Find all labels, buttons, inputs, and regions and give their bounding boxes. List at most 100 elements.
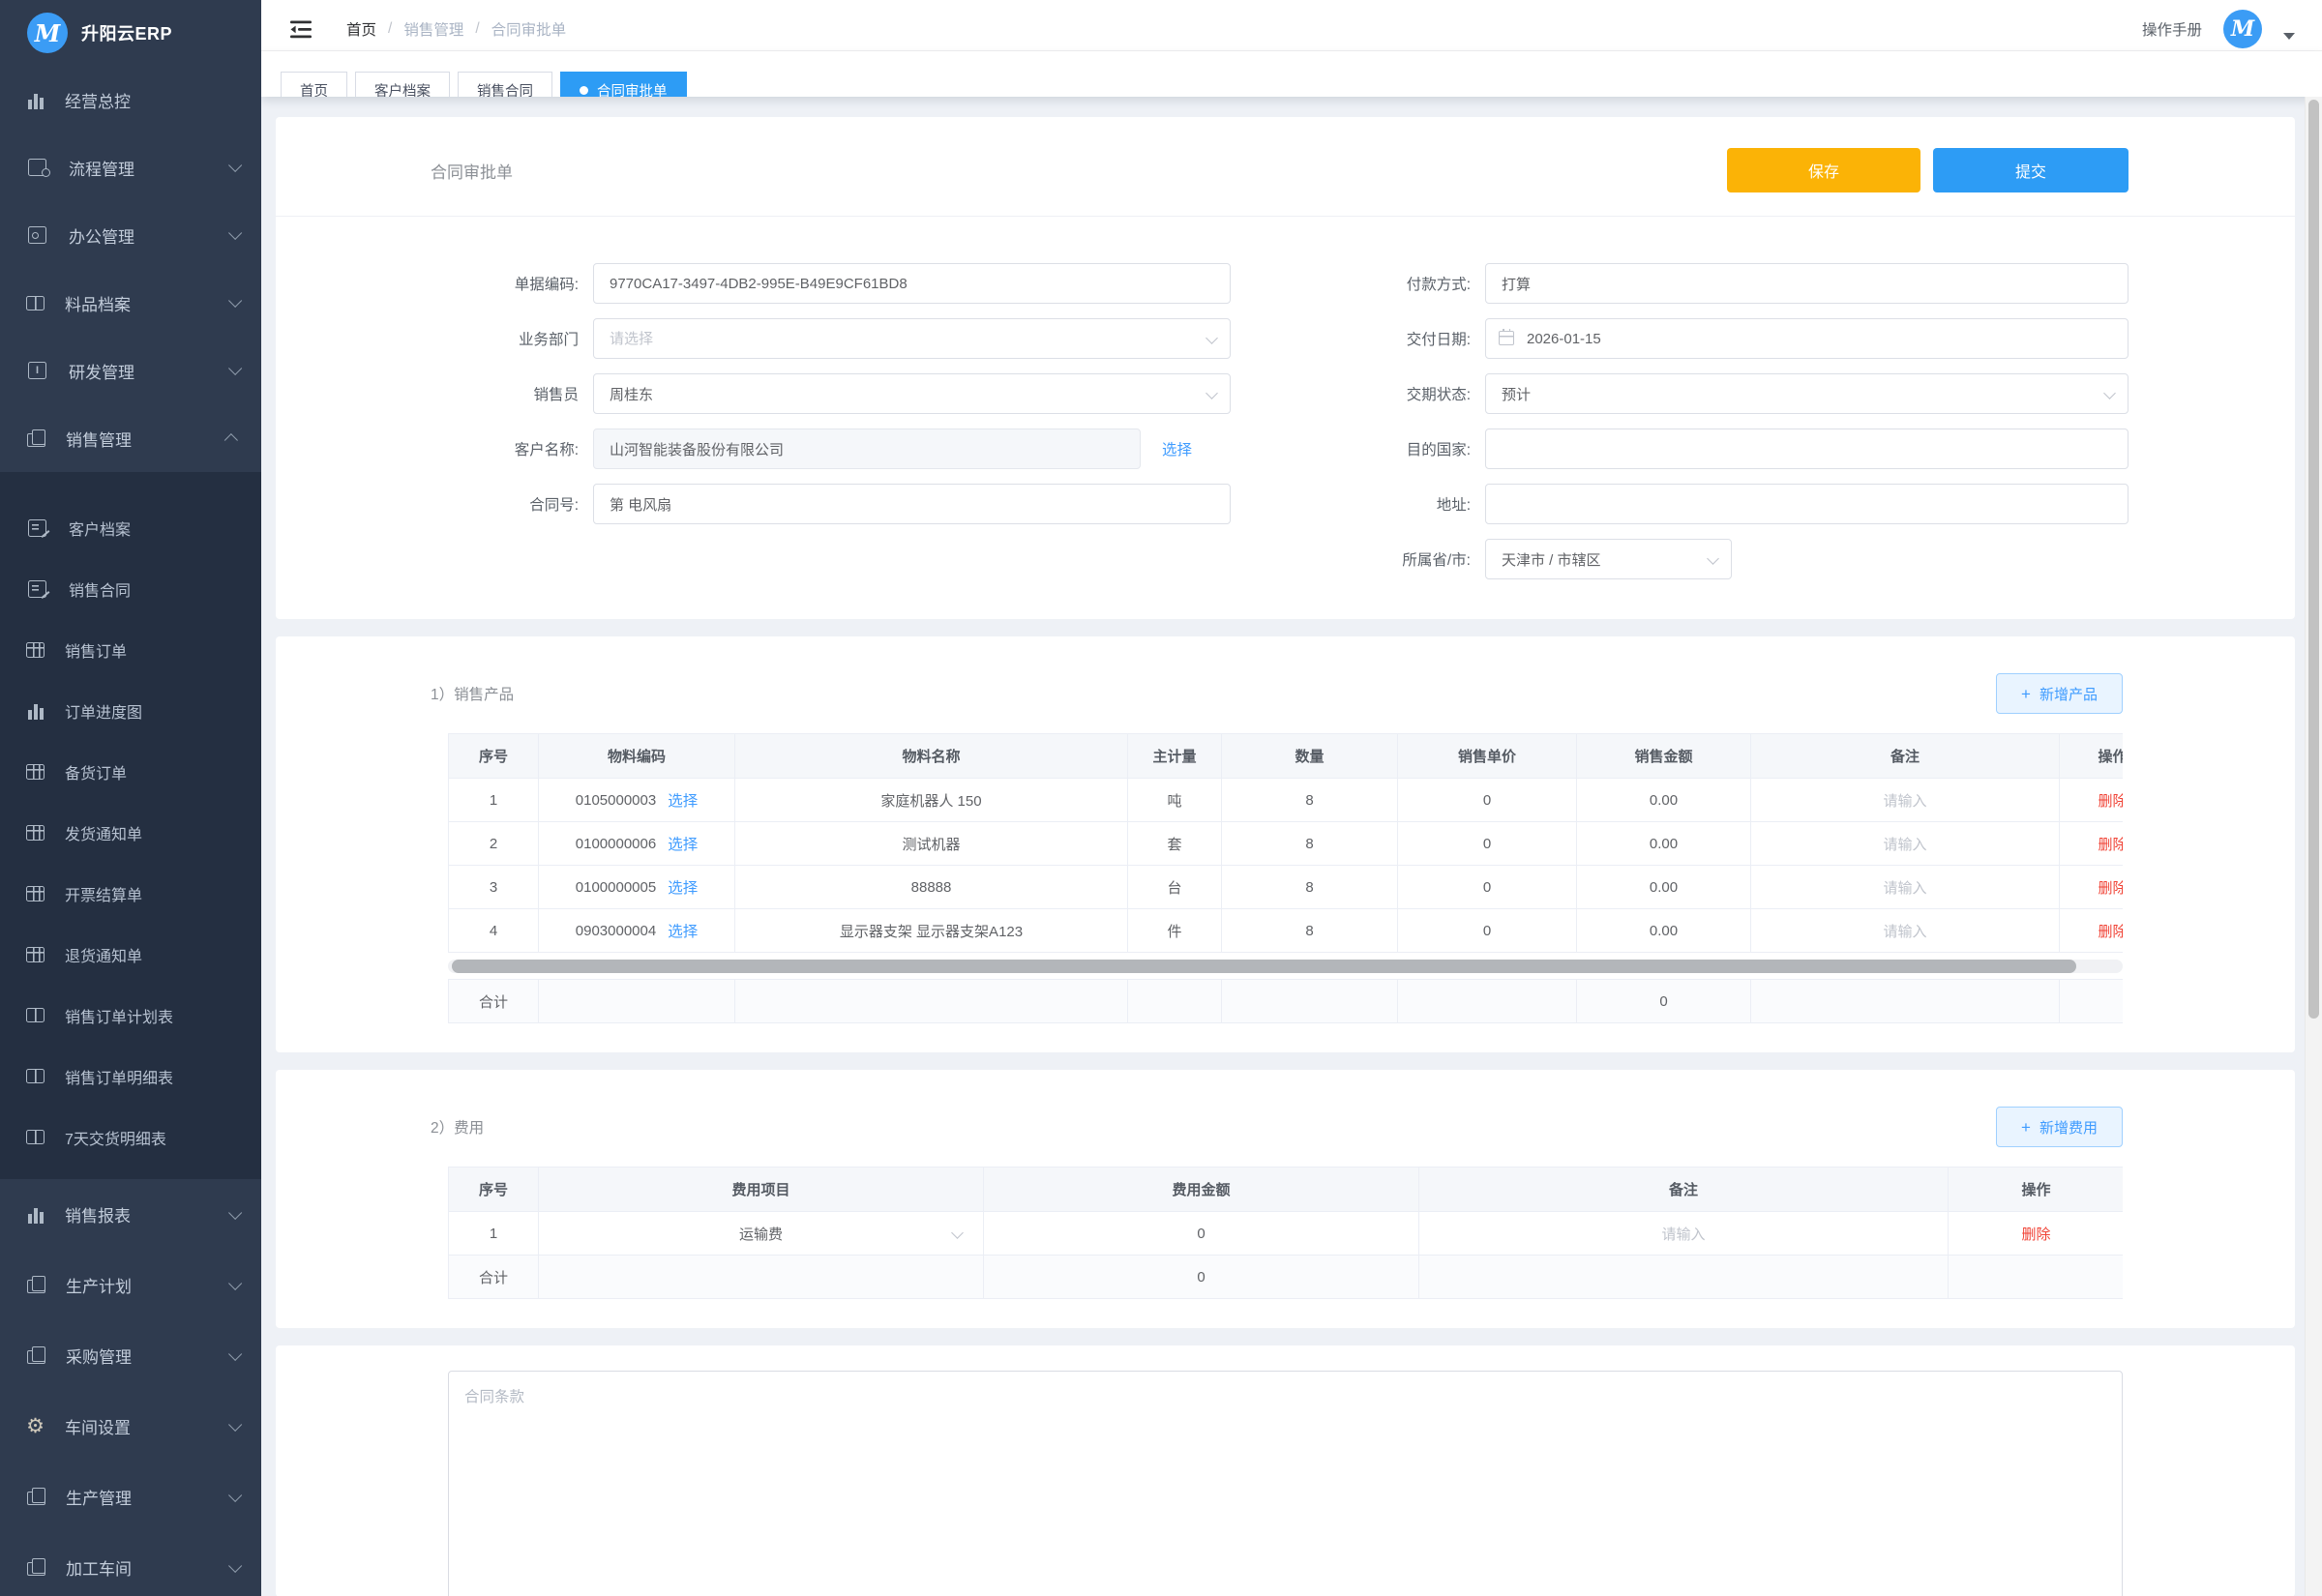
breadcrumb-sales-mgmt[interactable]: 销售管理 [403, 18, 463, 40]
tab-customer-archive[interactable]: 客户档案 [355, 72, 450, 97]
sidebar-item-purchase-mgmt[interactable]: 采购管理 [0, 1320, 261, 1391]
dest-country-input[interactable] [1485, 429, 2128, 469]
material-select-link[interactable]: 选择 [668, 876, 698, 898]
delete-row-link[interactable]: 删除 [2098, 924, 2123, 940]
add-product-button[interactable]: + 新增产品 [1996, 673, 2123, 714]
sidebar-item-material-archive[interactable]: 料品档案 [0, 269, 261, 337]
menu-fold-icon[interactable] [290, 19, 312, 39]
remark-input[interactable]: 请输入 [1883, 924, 1926, 940]
remark-input[interactable]: 请输入 [1883, 837, 1926, 853]
sidebar-subitem-order-detail-report[interactable]: 销售订单明细表 [0, 1046, 261, 1107]
breadcrumb-current: 合同审批单 [491, 18, 567, 40]
sidebar-item-office-mgmt[interactable]: 办公管理 [0, 201, 261, 269]
form-fields-area: 单据编码: 业务部门 [276, 217, 2295, 619]
sidebar-item-sales-mgmt[interactable]: 销售管理 [0, 404, 261, 472]
price-cell[interactable]: 0 [1398, 822, 1577, 866]
delete-row-link[interactable]: 删除 [2098, 880, 2123, 897]
tab-contract-approval[interactable]: 合同审批单 [560, 72, 687, 97]
sidebar-subitem-customer-archive[interactable]: 客户档案 [0, 497, 261, 558]
remark-input[interactable]: 请输入 [1883, 880, 1926, 897]
fee-amount-cell[interactable]: 0 [984, 1212, 1419, 1256]
remark-input[interactable]: 请输入 [1883, 793, 1926, 810]
sidebar-subitem-order-progress[interactable]: 订单进度图 [0, 680, 261, 741]
open-book-icon [26, 1069, 45, 1083]
sidebar-subitem-7day-delivery-report[interactable]: 7天交货明细表 [0, 1107, 261, 1167]
sidebar-item-process-mgmt[interactable]: 流程管理 [0, 133, 261, 201]
submit-button[interactable]: 提交 [1933, 148, 2128, 192]
user-avatar[interactable]: M [2223, 10, 2262, 48]
sidebar: M 升阳云ERP 经营总控 流程管理 办公管理 料品档案 研发管理 [0, 0, 261, 1596]
material-select-link[interactable]: 选择 [668, 789, 698, 811]
sidebar-item-workshop-settings[interactable]: ⚙ 车间设置 [0, 1391, 261, 1462]
material-select-link[interactable]: 选择 [668, 920, 698, 941]
tab-label: 销售合同 [477, 80, 533, 98]
contract-terms-textarea[interactable] [448, 1371, 2123, 1596]
payment-method-input[interactable] [1485, 263, 2128, 304]
col-actions: 操作 [1949, 1167, 2124, 1212]
qty-cell[interactable]: 8 [1222, 822, 1398, 866]
sidebar-item-label: 办公管理 [69, 223, 208, 248]
breadcrumb-home[interactable]: 首页 [346, 18, 376, 40]
sidebar-subitem-sales-contract[interactable]: 销售合同 [0, 558, 261, 619]
chevron-down-icon [228, 1346, 242, 1360]
open-book-icon [26, 1130, 45, 1144]
qty-cell[interactable]: 8 [1222, 909, 1398, 953]
price-cell[interactable]: 0 [1398, 779, 1577, 822]
tab-home[interactable]: 首页 [281, 72, 347, 97]
remark-input[interactable]: 请输入 [1661, 1227, 1705, 1243]
sidebar-item-rd-mgmt[interactable]: 研发管理 [0, 337, 261, 404]
salesman-select[interactable] [593, 373, 1231, 414]
col-remark: 备注 [1751, 734, 2060, 779]
department-select[interactable] [593, 318, 1231, 359]
doc-code-input[interactable] [593, 263, 1231, 304]
vertical-scrollbar-thumb[interactable] [2308, 100, 2319, 1019]
delivery-status-select[interactable] [1485, 373, 2128, 414]
sidebar-subitem-invoice-settlement[interactable]: 开票结算单 [0, 863, 261, 924]
table-grid-icon [26, 825, 45, 841]
tab-sales-contract[interactable]: 销售合同 [458, 72, 552, 97]
material-code: 0100000006 [576, 836, 656, 852]
sidebar-item-label: 销售订单 [65, 638, 238, 662]
manual-link[interactable]: 操作手册 [2142, 18, 2202, 40]
province-select[interactable] [1485, 539, 1732, 579]
sidebar-subitem-sales-order[interactable]: 销售订单 [0, 619, 261, 680]
material-select-link[interactable]: 选择 [668, 833, 698, 854]
sidebar-subitem-return-notice[interactable]: 退货通知单 [0, 924, 261, 985]
col-remark: 备注 [1419, 1167, 1949, 1212]
chevron-down-icon [228, 362, 242, 375]
price-cell[interactable]: 0 [1398, 866, 1577, 909]
save-button[interactable]: 保存 [1727, 148, 1920, 192]
user-menu-caret-icon[interactable] [2283, 33, 2295, 40]
sidebar-item-label: 7天交货明细表 [65, 1126, 238, 1149]
fees-section-title: 2）费用 [431, 1116, 484, 1138]
contract-no-input[interactable] [593, 484, 1231, 524]
qty-cell[interactable]: 8 [1222, 779, 1398, 822]
sidebar-subitem-shipment-notice[interactable]: 发货通知单 [0, 802, 261, 863]
sidebar-item-processing-workshop[interactable]: 加工车间 [0, 1532, 261, 1596]
sidebar-item-production-mgmt[interactable]: 生产管理 [0, 1462, 261, 1532]
customer-select-link[interactable]: 选择 [1162, 438, 1192, 459]
sidebar-subitem-order-plan-report[interactable]: 销售订单计划表 [0, 985, 261, 1046]
sidebar-item-sales-report[interactable]: 销售报表 [0, 1179, 261, 1250]
sidebar-subitem-stock-order[interactable]: 备货订单 [0, 741, 261, 802]
horizontal-scrollbar-thumb[interactable] [452, 960, 2076, 973]
col-unit: 主计量 [1128, 734, 1222, 779]
plus-icon: + [2021, 686, 2031, 702]
delete-row-link[interactable]: 删除 [2021, 1227, 2050, 1243]
price-cell[interactable]: 0 [1398, 909, 1577, 953]
chevron-down-icon [228, 226, 242, 240]
header-right: 操作手册 M [2142, 10, 2295, 48]
fee-item-select[interactable]: 运输费 [539, 1224, 983, 1244]
sidebar-item-label: 开票结算单 [65, 882, 238, 905]
qty-cell[interactable]: 8 [1222, 866, 1398, 909]
sidebar-item-production-plan[interactable]: 生产计划 [0, 1250, 261, 1320]
add-fee-button[interactable]: + 新增费用 [1996, 1107, 2123, 1147]
bar-chart-icon [26, 91, 45, 109]
delete-row-link[interactable]: 删除 [2098, 837, 2123, 853]
address-input[interactable] [1485, 484, 2128, 524]
plus-icon: + [2021, 1119, 2031, 1136]
delete-row-link[interactable]: 删除 [2098, 793, 2123, 810]
sidebar-item-business-overview[interactable]: 经营总控 [0, 66, 261, 133]
top-header: 首页 / 销售管理 / 合同审批单 操作手册 M [261, 0, 2322, 51]
delivery-date-input[interactable] [1485, 318, 2128, 359]
